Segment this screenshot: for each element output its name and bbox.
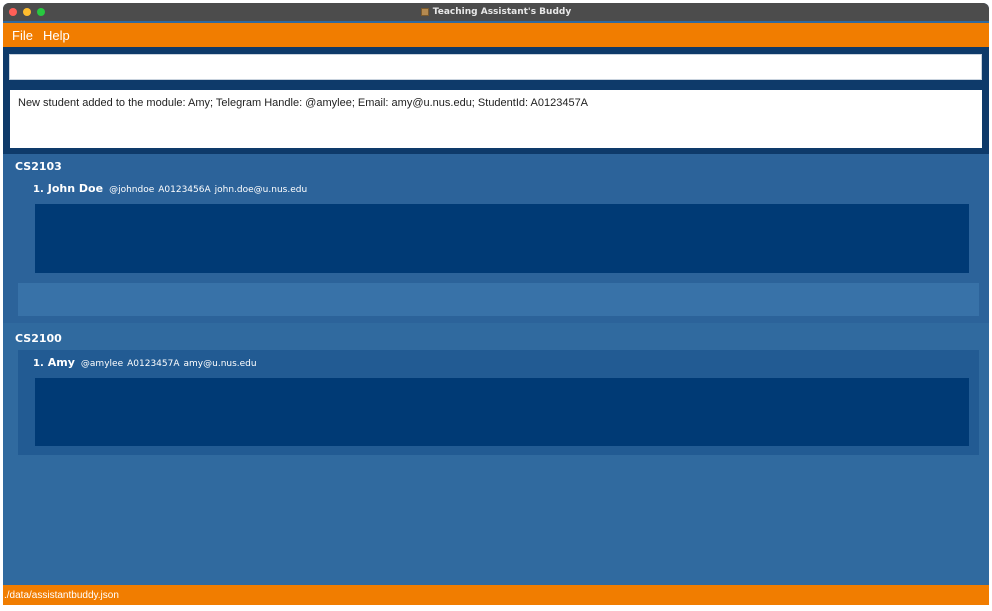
command-area: New student added to the module: Amy; Te…	[3, 47, 989, 154]
student-notes-box	[35, 204, 969, 273]
title-bar: Teaching Assistant's Buddy	[3, 3, 989, 21]
empty-list-row	[18, 283, 979, 316]
module-code: CS2103	[15, 160, 62, 173]
title-group: Teaching Assistant's Buddy	[420, 7, 572, 17]
student-card[interactable]: 1. Amy @amylee A0123457A amy@u.nus.edu	[18, 350, 979, 455]
window-title: Teaching Assistant's Buddy	[432, 7, 572, 17]
student-row: 1. Amy @amylee A0123457A amy@u.nus.edu	[33, 356, 257, 369]
command-input[interactable]	[9, 54, 982, 80]
student-email: john.doe@u.nus.edu	[214, 185, 308, 195]
minimize-window-button[interactable]	[23, 8, 31, 16]
data-file-path: ./data/assistantbuddy.json	[4, 589, 119, 601]
student-telegram: @johndoe	[109, 185, 155, 195]
student-index: 1.	[33, 184, 44, 195]
student-id: A0123457A	[127, 359, 180, 369]
menu-bar: File Help	[3, 23, 989, 47]
result-display: New student added to the module: Amy; Te…	[10, 90, 982, 148]
window-controls	[9, 8, 45, 16]
zoom-window-button[interactable]	[37, 8, 45, 16]
student-index: 1.	[33, 358, 44, 369]
student-row[interactable]: 1. John Doe @johndoe A0123456A john.doe@…	[33, 182, 307, 195]
student-telegram: @amylee	[80, 359, 124, 369]
menu-file[interactable]: File	[11, 28, 34, 43]
student-notes-box	[35, 378, 969, 446]
module-panel-cs2103: CS2103 1. John Doe @johndoe A0123456A jo…	[3, 154, 989, 323]
student-name: John Doe	[47, 182, 104, 195]
module-panel-cs2100: CS2100 1. Amy @amylee A0123457A amy@u.nu…	[3, 323, 989, 463]
student-id: A0123456A	[158, 185, 211, 195]
close-window-button[interactable]	[9, 8, 17, 16]
module-code: CS2100	[15, 332, 62, 345]
app-window: Teaching Assistant's Buddy File Help New…	[3, 3, 989, 605]
status-bar: ./data/assistantbuddy.json	[3, 585, 989, 605]
student-email: amy@u.nus.edu	[183, 359, 257, 369]
menu-help[interactable]: Help	[42, 28, 71, 43]
student-name: Amy	[47, 356, 75, 369]
app-icon	[420, 8, 429, 16]
